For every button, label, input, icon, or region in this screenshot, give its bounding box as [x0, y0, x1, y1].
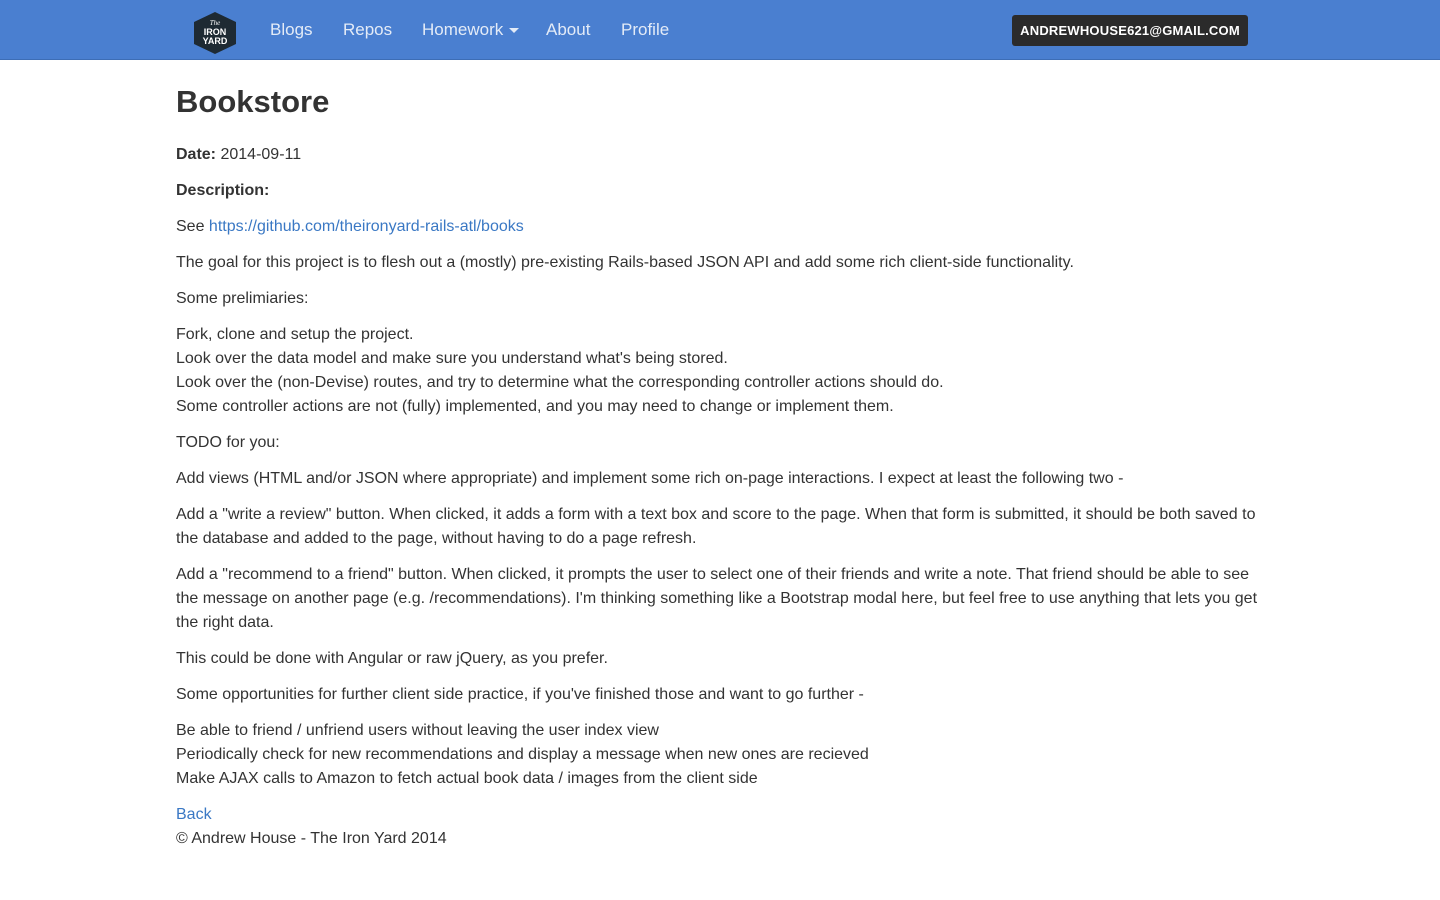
goal-paragraph: The goal for this project is to flesh ou… [176, 254, 1074, 271]
list-item: Fork, clone and setup the project. [176, 326, 414, 343]
todo-recommend: Add a "recommend to a friend" button. Wh… [176, 566, 1258, 631]
further-heading: Some opportunities for further client si… [176, 686, 864, 703]
footer-copyright: © Andrew House - The Iron Yard 2014 [176, 830, 447, 847]
prelim-heading: Some prelimiaries: [176, 290, 309, 307]
page-title: Bookstore [176, 84, 330, 119]
description-label: Description: [176, 182, 270, 199]
further-list: Be able to friend / unfriend users witho… [176, 719, 1266, 791]
back-row: Back [176, 803, 1266, 827]
list-item: Periodically check for new recommendatio… [176, 746, 869, 763]
date-label: Date: [176, 146, 217, 163]
date-value: 2014-09-11 [220, 146, 302, 163]
list-item: Make AJAX calls to Amazon to fetch actua… [176, 770, 758, 787]
todo-heading: TODO for you: [176, 434, 280, 451]
list-item: Be able to friend / unfriend users witho… [176, 722, 659, 739]
back-link[interactable]: Back [176, 806, 212, 823]
nav-link-about[interactable]: About [546, 19, 590, 41]
nav-link-homework-label: Homework [422, 20, 504, 39]
nav-dropdown-homework[interactable]: Homework [422, 19, 520, 41]
main-content: Bookstore Date: 2014-09-11 Description: … [176, 84, 1266, 851]
description-heading: Description: [176, 179, 1266, 203]
nav-link-repos[interactable]: Repos [343, 19, 392, 41]
nav-link-blogs[interactable]: Blogs [270, 19, 313, 41]
caret-down-icon [509, 28, 520, 34]
user-account-button[interactable]: ANDREWHOUSE621@GMAIL.COM [1012, 15, 1248, 46]
top-navbar: The IRON YARD Blogs Repos Homework About… [0, 0, 1440, 60]
list-item: Some controller actions are not (fully) … [176, 398, 894, 415]
prelim-list: Fork, clone and setup the project. Look … [176, 323, 1266, 419]
logo-text-the: The [210, 19, 221, 27]
see-prefix: See [176, 218, 205, 235]
date-row: Date: 2014-09-11 [176, 143, 1266, 167]
list-item: Look over the data model and make sure y… [176, 350, 728, 367]
repo-link[interactable]: https://github.com/theironyard-rails-atl… [209, 218, 524, 235]
see-repo-line: See https://github.com/theironyard-rails… [176, 215, 1266, 239]
list-item: Look over the (non-Devise) routes, and t… [176, 374, 944, 391]
logo-text-yard: YARD [203, 36, 228, 46]
todo-tools: This could be done with Angular or raw j… [176, 650, 608, 667]
todo-intro: Add views (HTML and/or JSON where approp… [176, 470, 1124, 487]
iron-yard-logo[interactable]: The IRON YARD [191, 11, 239, 55]
todo-review: Add a "write a review" button. When clic… [176, 506, 1256, 547]
nav-link-profile[interactable]: Profile [621, 19, 669, 41]
